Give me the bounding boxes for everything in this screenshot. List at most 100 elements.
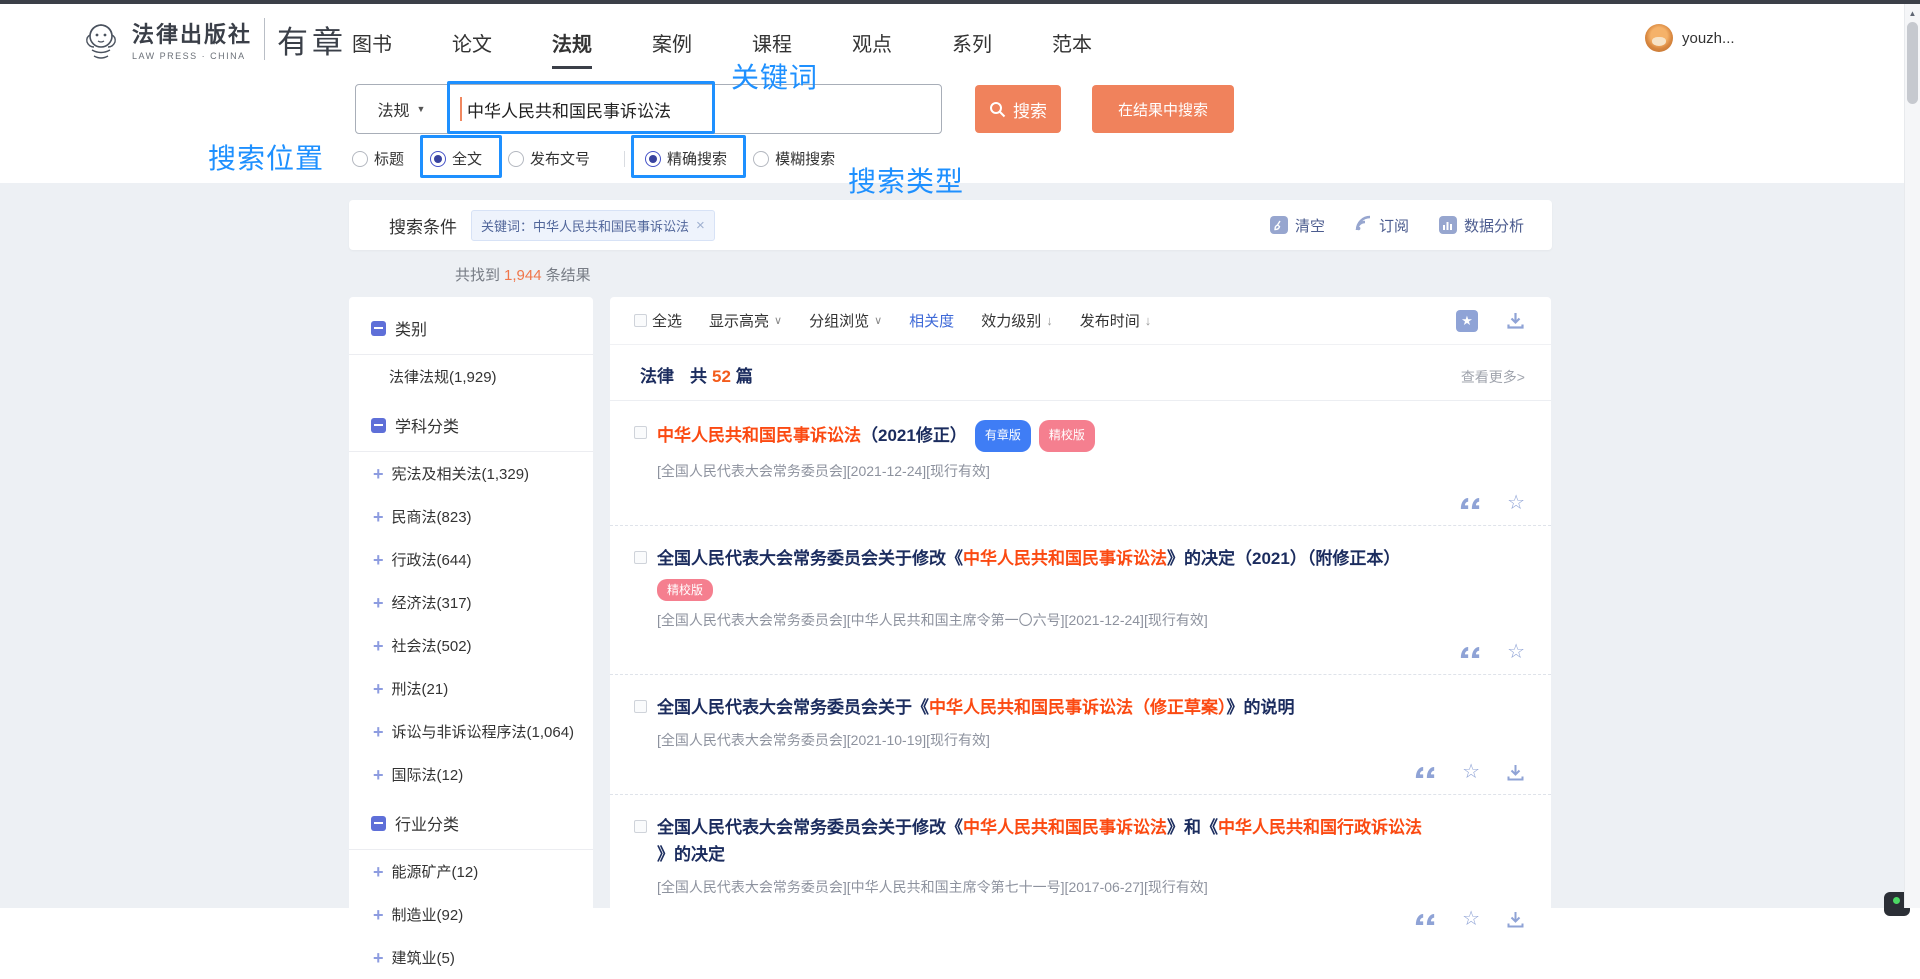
- mode-模糊搜索[interactable]: 模糊搜索: [753, 148, 835, 169]
- action-订阅[interactable]: 订阅: [1355, 215, 1409, 236]
- scope-标题[interactable]: 标题: [352, 148, 404, 169]
- sidebar-item[interactable]: +建筑业(5): [349, 936, 593, 979]
- expand-plus-icon[interactable]: +: [373, 951, 384, 965]
- expand-plus-icon[interactable]: +: [373, 768, 384, 782]
- result-meta: [全国人民代表大会常务委员会][2021-10-19][现行有效]: [657, 730, 1525, 750]
- scope-全文[interactable]: 全文: [430, 148, 482, 169]
- result-title[interactable]: 全国人民代表大会常务委员会关于修改《中华人民共和国民事诉讼法》的决定（2021）…: [657, 545, 1400, 572]
- nav-item-论文[interactable]: 论文: [452, 28, 492, 69]
- sidebar-item[interactable]: +社会法(502): [349, 624, 593, 667]
- search-options-row: 标题 全文 发布文号 精确搜索 模糊搜索: [352, 148, 861, 169]
- nav-item-法规[interactable]: 法规: [552, 28, 592, 69]
- nav-item-图书[interactable]: 图书: [352, 28, 392, 69]
- sidebar-item[interactable]: +宪法及相关法(1,329): [349, 452, 593, 495]
- star-button[interactable]: ☆: [1462, 909, 1480, 929]
- sidebar-section-title: 行业分类: [395, 811, 459, 835]
- search-in-results-button[interactable]: 在结果中搜索: [1092, 85, 1234, 133]
- expand-plus-icon[interactable]: +: [373, 865, 384, 879]
- expand-plus-icon[interactable]: +: [373, 510, 384, 524]
- result-checkbox[interactable]: [634, 820, 647, 833]
- download-button[interactable]: [1506, 910, 1525, 929]
- result-title[interactable]: 全国人民代表大会常务委员会关于修改《中华人民共和国民事诉讼法》和《中华人民共和国…: [657, 814, 1422, 868]
- result-title[interactable]: 全国人民代表大会常务委员会关于《中华人民共和国民事诉讼法（修正草案）》的说明: [657, 694, 1295, 721]
- user-account[interactable]: youzh...: [1645, 24, 1735, 52]
- sidebar-item[interactable]: +制造业(92): [349, 893, 593, 936]
- sidebar-item[interactable]: +国际法(12): [349, 753, 593, 796]
- sidebar-item[interactable]: 法律法规(1,929): [349, 355, 593, 398]
- view-more-link[interactable]: 查看更多>: [1461, 367, 1525, 387]
- quote-button[interactable]: [1414, 912, 1436, 927]
- scroll-up-arrow-icon[interactable]: ▲: [1905, 4, 1920, 18]
- result-actions: ☆: [634, 491, 1525, 515]
- sort-relevance[interactable]: 相关度: [909, 310, 954, 331]
- sidebar-section-行业分类[interactable]: 行业分类: [349, 796, 593, 849]
- sidebar-section-学科分类[interactable]: 学科分类: [349, 398, 593, 451]
- search-input[interactable]: 中华人民共和国民事诉讼法: [448, 85, 941, 133]
- star-button[interactable]: ☆: [1507, 642, 1525, 662]
- scrollbar-thumb[interactable]: [1907, 22, 1918, 104]
- select-all-checkbox[interactable]: 全选: [634, 310, 682, 331]
- mode-精确搜索[interactable]: 精确搜索: [645, 148, 727, 169]
- sidebar-item[interactable]: +民商法(823): [349, 495, 593, 538]
- expand-plus-icon[interactable]: +: [373, 596, 384, 610]
- sidebar-item[interactable]: +诉讼与非诉讼程序法(1,064): [349, 710, 593, 753]
- radio-icon[interactable]: [508, 151, 524, 167]
- site-logo[interactable]: 法律出版社 LAW PRESS · CHINA 有章: [78, 16, 347, 62]
- collapse-minus-icon[interactable]: [371, 816, 386, 831]
- sidebar-item[interactable]: +能源矿产(12): [349, 850, 593, 893]
- star-button[interactable]: ☆: [1507, 493, 1525, 513]
- select-all-label: 全选: [652, 310, 682, 331]
- action-数据分析[interactable]: 数据分析: [1439, 215, 1524, 236]
- sort-publish-date[interactable]: 发布时间 ↓: [1080, 310, 1152, 331]
- page-scrollbar[interactable]: ▲: [1904, 4, 1920, 908]
- result-meta: [全国人民代表大会常务委员会][2021-12-24][现行有效]: [657, 461, 1525, 481]
- expand-plus-icon[interactable]: +: [373, 467, 384, 481]
- result-actions: ☆: [634, 640, 1525, 664]
- highlight-dropdown[interactable]: 显示高亮 ∨: [709, 310, 782, 331]
- nav-item-范本[interactable]: 范本: [1052, 28, 1092, 69]
- mode-label: 精确搜索: [667, 148, 727, 169]
- favorite-all-button[interactable]: ★: [1456, 310, 1478, 332]
- expand-plus-icon[interactable]: +: [373, 908, 384, 922]
- quote-button[interactable]: [1414, 765, 1436, 780]
- search-button[interactable]: 搜索: [975, 85, 1061, 133]
- nav-item-案例[interactable]: 案例: [652, 28, 692, 69]
- expand-plus-icon[interactable]: +: [373, 682, 384, 696]
- radio-icon[interactable]: [430, 151, 446, 167]
- quote-button[interactable]: [1459, 496, 1481, 511]
- sidebar-section-类别[interactable]: 类别: [349, 301, 593, 354]
- nav-item-课程[interactable]: 课程: [752, 28, 792, 69]
- user-avatar[interactable]: [1645, 24, 1673, 52]
- nav-item-系列[interactable]: 系列: [952, 28, 992, 69]
- sort-relevance-label: 相关度: [909, 310, 954, 331]
- result-title[interactable]: 中华人民共和国民事诉讼法（2021修正）有章版精校版: [657, 420, 1095, 452]
- action-清空[interactable]: 清空: [1270, 215, 1325, 236]
- close-icon[interactable]: ×: [696, 217, 705, 234]
- expand-plus-icon[interactable]: +: [373, 553, 384, 567]
- sidebar-item[interactable]: +经济法(317): [349, 581, 593, 624]
- collapse-minus-icon[interactable]: [371, 418, 386, 433]
- download-all-button[interactable]: [1506, 311, 1525, 330]
- scope-发布文号[interactable]: 发布文号: [508, 148, 590, 169]
- result-checkbox[interactable]: [634, 700, 647, 713]
- search-category-select[interactable]: 法规 ▼: [356, 85, 448, 133]
- star-button[interactable]: ☆: [1462, 762, 1480, 782]
- radio-icon[interactable]: [352, 151, 368, 167]
- radio-icon[interactable]: [753, 151, 769, 167]
- quote-button[interactable]: [1459, 645, 1481, 660]
- nav-item-观点[interactable]: 观点: [852, 28, 892, 69]
- title-text: 全国人民代表大会常务委员会关于修改《: [657, 818, 963, 837]
- download-button[interactable]: [1506, 763, 1525, 782]
- expand-plus-icon[interactable]: +: [373, 639, 384, 653]
- result-checkbox[interactable]: [634, 426, 647, 439]
- result-item: 全国人民代表大会常务委员会关于《中华人民共和国民事诉讼法（修正草案）》的说明 [全…: [610, 675, 1551, 795]
- collapse-minus-icon[interactable]: [371, 321, 386, 336]
- sidebar-item[interactable]: +行政法(644): [349, 538, 593, 581]
- radio-icon[interactable]: [645, 151, 661, 167]
- result-checkbox[interactable]: [634, 551, 647, 564]
- sort-effect-level[interactable]: 效力级别 ↓: [981, 310, 1053, 331]
- group-view-dropdown[interactable]: 分组浏览 ∨: [809, 310, 882, 331]
- checkbox-icon[interactable]: [634, 314, 647, 327]
- expand-plus-icon[interactable]: +: [373, 725, 384, 739]
- sidebar-item[interactable]: +刑法(21): [349, 667, 593, 710]
